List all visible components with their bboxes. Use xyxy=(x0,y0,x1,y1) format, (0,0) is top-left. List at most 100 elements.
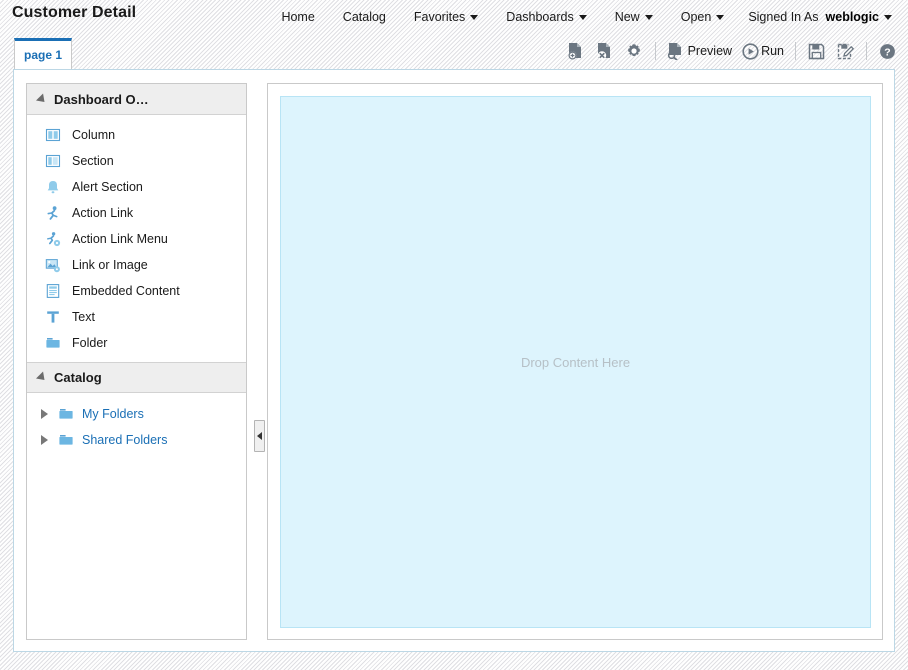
text-icon xyxy=(47,311,59,323)
folder-icon xyxy=(46,338,60,348)
chevron-right-icon[interactable] xyxy=(41,435,48,445)
catalog-panel-title: Catalog xyxy=(54,370,102,385)
object-item-label: Embedded Content xyxy=(72,284,180,298)
chevron-down-icon xyxy=(716,14,725,20)
run-label: Run xyxy=(761,44,784,58)
left-pane: Dashboard O… Column Section Alert Sectio… xyxy=(26,83,247,640)
nav-item-label: New xyxy=(614,9,640,24)
catalog-item-label: Shared Folders xyxy=(82,433,168,447)
object-item-embedded-content[interactable]: Embedded Content xyxy=(27,278,246,304)
help-icon: ? xyxy=(880,43,895,59)
chevron-down-icon xyxy=(470,14,479,20)
dashboard-canvas: Drop Content Here xyxy=(267,83,883,640)
nav-item-home[interactable]: Home xyxy=(267,8,328,26)
collapse-pane-handle[interactable] xyxy=(254,420,265,452)
dashboard-objects-list: Column Section Alert Section Action Link… xyxy=(27,115,246,362)
chevron-down-icon xyxy=(578,14,587,20)
object-item-folder[interactable]: Folder xyxy=(27,330,246,356)
dashboard-objects-panel-header[interactable]: Dashboard O… xyxy=(27,84,246,115)
object-item-label: Text xyxy=(72,310,95,324)
object-item-label: Action Link xyxy=(72,206,134,220)
save-as-icon xyxy=(837,43,854,59)
nav-item-catalog[interactable]: Catalog xyxy=(329,8,400,26)
object-item-label: Alert Section xyxy=(72,180,143,194)
delete-dashboard-page-button[interactable] xyxy=(590,38,619,64)
embedded-content-icon xyxy=(46,284,60,298)
dashboard-objects-panel-title: Dashboard O… xyxy=(54,91,149,107)
folder-icon xyxy=(59,409,73,419)
global-navigation: Home Catalog Favorites Dashboards New Op… xyxy=(267,0,900,33)
nav-item-new[interactable]: New xyxy=(601,8,667,26)
action-link-icon xyxy=(47,206,58,220)
section-icon xyxy=(45,154,61,168)
nav-item-favorites[interactable]: Favorites xyxy=(400,8,492,26)
run-button[interactable]: Run xyxy=(737,38,789,64)
object-item-column[interactable]: Column xyxy=(27,122,246,148)
catalog-item-shared-folders[interactable]: Shared Folders xyxy=(27,427,246,453)
object-item-label: Folder xyxy=(72,336,108,350)
tab-label: page 1 xyxy=(23,48,62,62)
nav-item-label: Catalog xyxy=(342,9,386,24)
catalog-item-label: My Folders xyxy=(82,407,144,421)
object-item-label: Column xyxy=(72,128,116,142)
catalog-tree: My Folders Shared Folders xyxy=(27,393,246,453)
drop-content-zone[interactable]: Drop Content Here xyxy=(280,96,871,628)
object-item-section[interactable]: Section xyxy=(27,148,246,174)
object-item-action-link-menu[interactable]: Action Link Menu xyxy=(27,226,246,252)
triangle-expanded-icon xyxy=(35,92,49,106)
object-item-action-link[interactable]: Action Link xyxy=(27,200,246,226)
signed-in-as-label: Signed In As xyxy=(748,9,819,24)
object-item-label: Section xyxy=(72,154,114,168)
toolbar-separator xyxy=(866,42,867,60)
link-or-image-icon xyxy=(45,259,60,273)
object-item-label: Action Link Menu xyxy=(72,232,168,246)
object-item-text[interactable]: Text xyxy=(27,304,246,330)
nav-item-open[interactable]: Open xyxy=(667,8,739,26)
chevron-down-icon xyxy=(884,14,892,20)
action-link-menu-icon xyxy=(47,232,61,247)
signed-in-as-menu[interactable]: Signed In As weblogic xyxy=(738,8,900,26)
nav-item-label: Favorites xyxy=(413,9,466,24)
toolbar-separator xyxy=(654,42,656,60)
nav-item-label: Home xyxy=(281,9,315,24)
object-item-label: Link or Image xyxy=(72,258,148,272)
triangle-expanded-icon xyxy=(35,371,49,384)
nav-item-label: Open xyxy=(680,9,712,24)
chevron-left-icon xyxy=(257,432,262,440)
object-item-alert-section[interactable]: Alert Section xyxy=(27,174,246,200)
pane-splitter[interactable] xyxy=(254,83,265,640)
object-item-link-or-image[interactable]: Link or Image xyxy=(27,252,246,278)
drop-content-label: Drop Content Here xyxy=(520,354,631,370)
preview-icon xyxy=(667,43,681,60)
dashboard-builder-body: Dashboard O… Column Section Alert Sectio… xyxy=(13,69,895,652)
column-icon xyxy=(45,128,61,142)
tab-strip: page 1 Preview Run ? xyxy=(0,33,908,69)
add-dashboard-page-button[interactable] xyxy=(561,38,590,64)
signed-in-username: weblogic xyxy=(825,9,879,24)
toolbar-separator xyxy=(795,42,796,60)
svg-text:?: ? xyxy=(884,46,890,58)
folder-icon xyxy=(59,435,73,445)
nav-item-label: Dashboards xyxy=(506,9,574,24)
global-header: Customer Detail Home Catalog Favorites D… xyxy=(0,0,908,33)
gear-icon xyxy=(627,44,640,57)
chevron-right-icon[interactable] xyxy=(41,409,48,419)
alert-section-icon xyxy=(47,181,59,194)
help-button[interactable]: ? xyxy=(873,38,902,64)
preview-label: Preview xyxy=(687,44,733,58)
add-page-icon xyxy=(568,43,581,60)
delete-page-icon xyxy=(597,43,610,60)
catalog-panel-header[interactable]: Catalog xyxy=(27,362,246,393)
preview-button[interactable]: Preview xyxy=(662,38,737,64)
tab-page-1[interactable]: page 1 xyxy=(14,38,72,69)
save-icon xyxy=(808,43,825,59)
catalog-item-my-folders[interactable]: My Folders xyxy=(27,401,246,427)
dashboard-toolbar: Preview Run ? xyxy=(561,36,902,66)
tools-button[interactable] xyxy=(619,38,649,64)
chevron-down-icon xyxy=(644,14,653,20)
page-title: Customer Detail xyxy=(12,4,137,21)
nav-item-dashboards[interactable]: Dashboards xyxy=(492,8,600,26)
save-button[interactable] xyxy=(802,38,831,64)
run-icon xyxy=(742,42,759,60)
save-as-button[interactable] xyxy=(831,38,860,64)
